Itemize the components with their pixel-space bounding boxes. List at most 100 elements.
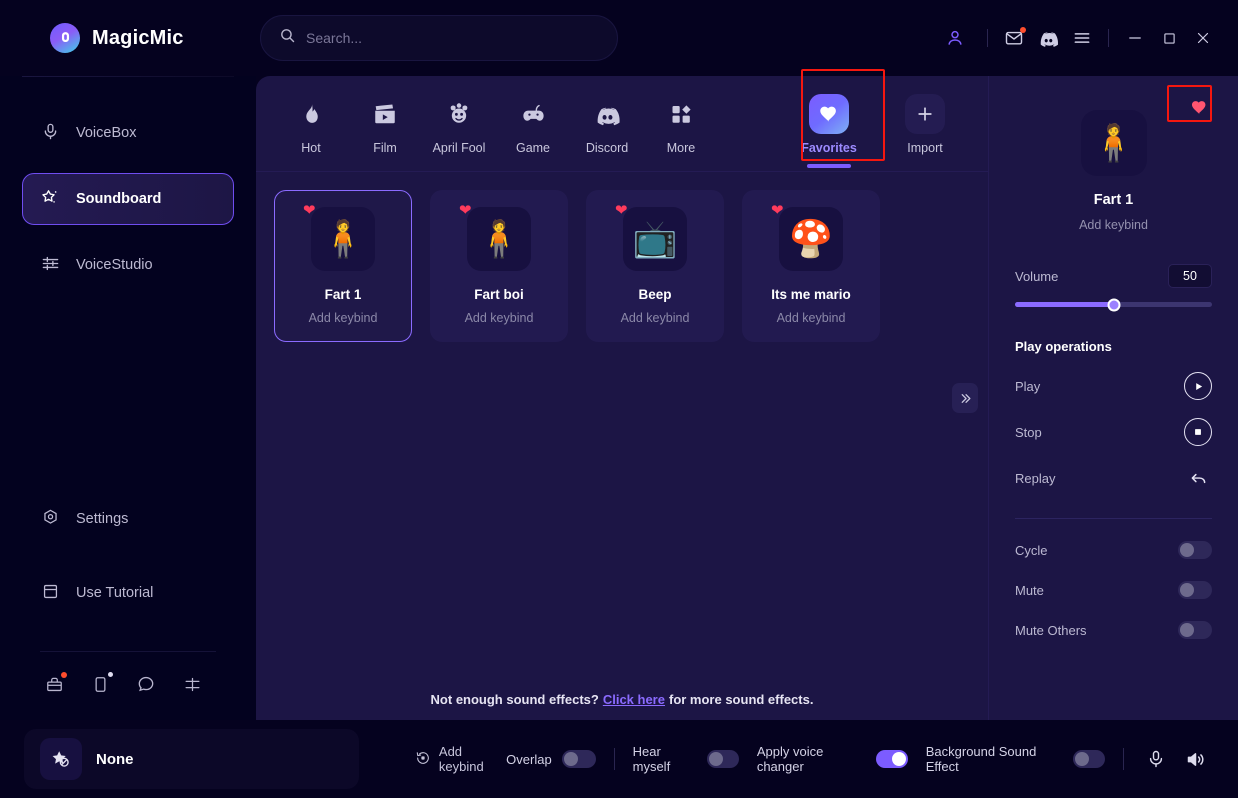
- close-icon[interactable]: [1186, 21, 1220, 55]
- sidebar-item-voicestudio[interactable]: VoiceStudio: [22, 239, 234, 291]
- sidebar: VoiceBox Soundboard VoiceStudio Settings…: [0, 76, 256, 720]
- microphone-icon[interactable]: [1142, 744, 1170, 774]
- tab-more[interactable]: More: [644, 88, 718, 155]
- account-icon[interactable]: [938, 21, 972, 55]
- mail-icon[interactable]: [997, 21, 1031, 55]
- notification-dot: [61, 672, 67, 678]
- detail-add-keybind[interactable]: Add keybind: [1015, 218, 1212, 232]
- toggle-overlap[interactable]: Overlap: [506, 750, 596, 768]
- sidebar-item-use-tutorial[interactable]: Use Tutorial: [22, 567, 234, 619]
- clown-icon: [439, 94, 479, 134]
- detail-thumbnail: 🧍: [1080, 110, 1147, 176]
- sound-keybind[interactable]: Add keybind: [309, 311, 378, 325]
- tab-hot[interactable]: Hot: [274, 88, 348, 155]
- sidebar-item-label: VoiceStudio: [76, 257, 153, 273]
- favorite-heart-icon[interactable]: ❤: [303, 203, 316, 218]
- minimize-icon[interactable]: [1118, 21, 1152, 55]
- sound-card-beep[interactable]: 📺 ❤ Beep Add keybind: [586, 190, 724, 342]
- volume-value[interactable]: 50: [1168, 264, 1212, 288]
- play-icon[interactable]: [1184, 372, 1212, 400]
- detail-favorite-heart-icon[interactable]: [1182, 94, 1216, 120]
- gift-box-icon[interactable]: [42, 672, 67, 696]
- sound-keybind[interactable]: Add keybind: [465, 311, 534, 325]
- gamepad-icon: [513, 94, 553, 134]
- stop-icon[interactable]: [1184, 418, 1212, 446]
- microphone-icon: [41, 122, 60, 145]
- sound-card-fart-boi[interactable]: 🧍 ❤ Fart boi Add keybind: [430, 190, 568, 342]
- detail-panel: 🧍 Fart 1 Add keybind Volume 50 Play oper…: [988, 76, 1238, 720]
- search-box[interactable]: [260, 15, 618, 61]
- feedback-icon[interactable]: [180, 672, 204, 696]
- sound-keybind[interactable]: Add keybind: [621, 311, 690, 325]
- sound-title: Its me mario: [771, 287, 851, 302]
- footer-link[interactable]: Click here: [603, 692, 665, 707]
- sidebar-item-soundboard[interactable]: Soundboard: [22, 173, 234, 225]
- tab-april-fool[interactable]: April Fool: [422, 88, 496, 155]
- clapperboard-icon: [365, 94, 405, 134]
- toggle-label: Mute Others: [1015, 622, 1087, 638]
- tab-discord[interactable]: Discord: [570, 88, 644, 155]
- tab-import[interactable]: Import: [888, 88, 962, 155]
- maximize-icon[interactable]: [1152, 21, 1186, 55]
- hamburger-menu-icon[interactable]: [1065, 21, 1099, 55]
- operation-stop[interactable]: Stop: [1015, 418, 1212, 446]
- toggle-cycle[interactable]: Cycle: [1015, 541, 1212, 559]
- cycle-switch[interactable]: [1178, 541, 1212, 559]
- divider: [987, 29, 988, 47]
- switch-knob: [1075, 752, 1090, 766]
- toggle-hear-myself[interactable]: Hear myself: [633, 744, 739, 774]
- sound-thumbnail: 🧍 ❤: [459, 203, 531, 271]
- volume-slider[interactable]: [1015, 298, 1212, 311]
- search-input[interactable]: [306, 30, 599, 46]
- current-effect-card[interactable]: None: [24, 729, 359, 789]
- search-icon: [279, 27, 296, 49]
- tab-game[interactable]: Game: [496, 88, 570, 155]
- sidebar-item-label: Settings: [76, 511, 129, 527]
- toggle-mute-others[interactable]: Mute Others: [1015, 621, 1212, 639]
- toggle-label: Hear myself: [632, 744, 671, 774]
- switch-knob: [563, 752, 578, 766]
- app-title: MagicMic: [92, 26, 184, 49]
- sound-thumbnail: 🍄 ❤: [771, 203, 843, 271]
- category-tabs: Hot Film April Fool Game Discord More Fa…: [256, 76, 988, 172]
- bottom-bar: None Add keybind Overlap Hear myself App…: [0, 720, 1238, 798]
- sidebar-item-voicebox[interactable]: VoiceBox: [22, 107, 234, 159]
- chat-bubble-icon[interactable]: [134, 672, 158, 696]
- volume-slider-fill: [1015, 302, 1114, 307]
- background-sound-effect-switch[interactable]: [1073, 750, 1105, 768]
- replay-icon[interactable]: [1184, 464, 1212, 492]
- operation-play[interactable]: Play: [1015, 372, 1212, 400]
- mute-others-switch[interactable]: [1178, 621, 1212, 639]
- sound-keybind[interactable]: Add keybind: [777, 311, 846, 325]
- apply-voice-changer-switch[interactable]: [876, 750, 908, 768]
- tab-favorites[interactable]: Favorites: [792, 88, 866, 168]
- speaker-icon[interactable]: [1182, 744, 1210, 774]
- sparkle-star-icon: [41, 188, 60, 211]
- sidebar-item-settings[interactable]: Settings: [22, 493, 234, 545]
- toggle-background-sound-effect[interactable]: Background Sound Effect: [926, 744, 1105, 774]
- mobile-device-icon[interactable]: [88, 672, 113, 696]
- volume-slider-knob[interactable]: [1107, 298, 1120, 311]
- favorite-heart-icon[interactable]: ❤: [615, 203, 628, 218]
- toggle-mute[interactable]: Mute: [1015, 581, 1212, 599]
- toggle-apply-voice-changer[interactable]: Apply voice changer: [757, 744, 908, 774]
- favorite-heart-icon[interactable]: ❤: [459, 203, 472, 218]
- sound-card-its-me-mario[interactable]: 🍄 ❤ Its me mario Add keybind: [742, 190, 880, 342]
- switch-knob: [709, 752, 724, 766]
- operation-replay[interactable]: Replay: [1015, 464, 1212, 492]
- favorite-heart-icon[interactable]: ❤: [771, 203, 784, 218]
- bottom-add-keybind[interactable]: Add keybind: [415, 744, 506, 774]
- sidebar-mini-icons: [0, 672, 256, 696]
- operation-label: Play: [1015, 378, 1041, 394]
- magicmic-logo-icon: [50, 23, 80, 53]
- tab-film[interactable]: Film: [348, 88, 422, 155]
- app-brand: MagicMic: [0, 23, 256, 53]
- mute-switch[interactable]: [1178, 581, 1212, 599]
- sound-card-fart-1[interactable]: 🧍 ❤ Fart 1 Add keybind: [274, 190, 412, 342]
- operation-label: Stop: [1015, 424, 1042, 440]
- hear-myself-switch[interactable]: [707, 750, 739, 768]
- collapse-panel-button[interactable]: [952, 383, 978, 413]
- overlap-switch[interactable]: [561, 750, 596, 768]
- sidebar-item-label: VoiceBox: [76, 125, 137, 141]
- discord-icon[interactable]: [1031, 21, 1065, 55]
